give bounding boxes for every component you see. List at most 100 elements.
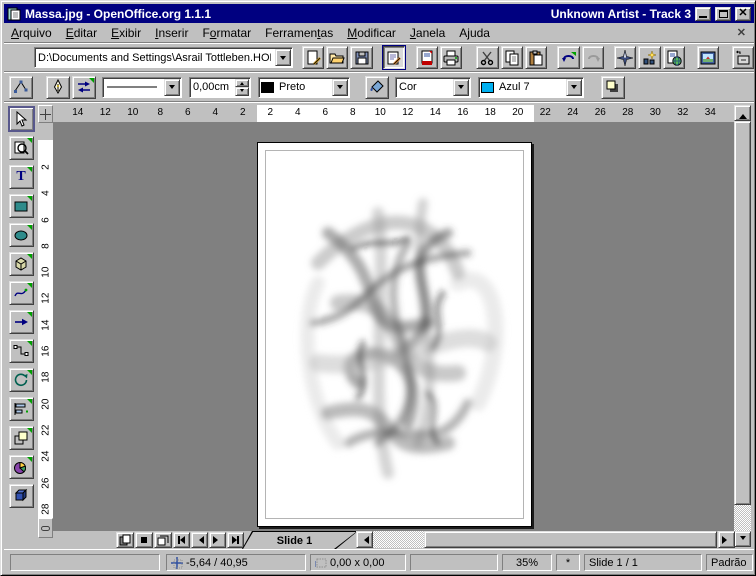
drawing-canvas[interactable] — [53, 123, 734, 531]
line-button[interactable] — [46, 76, 70, 99]
menu-ferramentas[interactable]: Ferramentas — [258, 24, 340, 42]
width-up-button[interactable] — [235, 79, 249, 88]
status-slide-panel[interactable]: Slide 1 / 1 — [584, 554, 702, 571]
presentation-wizard-button[interactable] — [638, 46, 660, 69]
slide-page[interactable] — [257, 142, 532, 527]
undo-button[interactable] — [557, 46, 579, 69]
horizontal-scrollbar-thumb[interactable] — [424, 531, 717, 548]
menu-ajuda[interactable]: Ajuda — [452, 24, 497, 42]
first-slide-button[interactable] — [173, 532, 190, 548]
fill-style-dropdown[interactable] — [453, 79, 469, 96]
connector-tool-button[interactable] — [9, 339, 34, 363]
scroll-down-button[interactable] — [734, 531, 751, 547]
effects-tool-button[interactable] — [9, 484, 34, 508]
paste-button[interactable] — [525, 46, 547, 69]
menu-janela[interactable]: Janela — [403, 24, 452, 42]
arrow-right-icon — [213, 536, 222, 544]
gallery-button[interactable] — [697, 46, 719, 69]
save-button[interactable] — [350, 46, 372, 69]
submenu-triangle-icon — [27, 225, 32, 230]
arrow-style-button[interactable] — [72, 76, 96, 99]
edit-points-button[interactable] — [9, 76, 33, 99]
vertical-ruler-numbers: 24681012141618202224262830 — [38, 154, 53, 518]
status-zoom-panel[interactable]: 35% — [502, 554, 552, 571]
vertical-ruler[interactable]: 24681012141618202224262830 — [38, 123, 53, 518]
url-dropdown-button[interactable] — [275, 49, 291, 66]
ellipse-tool-button[interactable] — [9, 223, 34, 247]
lines-arrows-tool-button[interactable] — [9, 310, 34, 334]
close-document-icon[interactable]: ✕ — [737, 26, 746, 39]
insert-tool-button[interactable] — [9, 455, 34, 479]
menu-editar[interactable]: Editar — [59, 24, 104, 42]
title-bar: Massa.jpg - OpenOffice.org 1.1.1 Unknown… — [4, 4, 754, 23]
fill-color-dropdown[interactable] — [566, 79, 582, 96]
open-button[interactable] — [326, 46, 348, 69]
menu-exibir[interactable]: Exibir — [104, 24, 148, 42]
line-width-input[interactable] — [193, 81, 231, 93]
navigator-compass-icon — [617, 50, 633, 66]
menu-inserir[interactable]: Inserir — [148, 24, 195, 42]
chevron-down-icon — [280, 56, 286, 63]
curve-tool-button[interactable] — [9, 281, 34, 305]
new-document-button[interactable] — [302, 46, 324, 69]
layer-mode-icon — [157, 534, 169, 546]
position-crosshair-icon — [171, 557, 183, 569]
open-folder-icon — [329, 50, 345, 66]
3d-objects-tool-button[interactable] — [9, 252, 34, 276]
main-toolbar: T — [4, 102, 38, 531]
arrow-down-icon — [740, 536, 746, 543]
copy-button[interactable] — [501, 46, 523, 69]
select-tool-button[interactable] — [9, 107, 34, 131]
line-style-dropdown[interactable] — [164, 79, 180, 96]
rectangle-tool-button[interactable] — [9, 194, 34, 218]
app-icon[interactable] — [7, 7, 21, 21]
web-document-button[interactable] — [663, 46, 685, 69]
shadow-button[interactable] — [601, 76, 625, 99]
text-tool-button[interactable]: T — [9, 165, 34, 189]
scroll-up-button[interactable] — [734, 105, 751, 121]
rotate-tool-button[interactable] — [9, 368, 34, 392]
close-button[interactable]: ✕ — [735, 7, 751, 21]
zoom-tool-button[interactable] — [9, 136, 34, 160]
maximize-icon — [719, 10, 728, 18]
ruler-origin-box[interactable] — [38, 105, 53, 123]
vertical-scrollbar-thumb[interactable] — [734, 121, 751, 505]
scroll-left-button[interactable] — [356, 531, 373, 548]
menu-arquivo[interactable]: Arquivo — [4, 24, 59, 42]
redo-button[interactable] — [582, 46, 604, 69]
master-mode-button[interactable] — [135, 532, 153, 548]
page-mode-button[interactable] — [116, 532, 134, 548]
alignment-tool-button[interactable] — [9, 397, 34, 421]
maximize-button[interactable] — [715, 7, 731, 21]
width-down-button[interactable] — [235, 87, 249, 96]
fill-button[interactable] — [365, 76, 389, 99]
line-color-dropdown[interactable] — [332, 79, 348, 96]
edit-file-button[interactable] — [383, 46, 405, 69]
layer-mode-button[interactable] — [154, 532, 172, 548]
horizontal-ruler[interactable]: 1412108642246810121416182022242628303234 — [53, 105, 734, 123]
next-slide-button[interactable] — [209, 532, 226, 548]
navigator-button[interactable] — [614, 46, 636, 69]
data-sources-button[interactable] — [732, 46, 754, 69]
horizontal-scrollbar-track[interactable] — [373, 531, 424, 548]
menu-formatar[interactable]: Formatar — [195, 24, 258, 42]
export-pdf-button[interactable] — [416, 46, 438, 69]
origin-cross-icon — [40, 109, 51, 120]
cut-button[interactable] — [476, 46, 498, 69]
slide-tab-label: Slide 1 — [277, 535, 312, 547]
3d-cube-icon — [13, 488, 29, 504]
url-input[interactable] — [38, 52, 271, 64]
menu-modificar[interactable]: Modificar — [340, 24, 403, 42]
submenu-triangle-icon — [89, 78, 94, 83]
slide-tab[interactable]: Slide 1 — [242, 531, 358, 549]
document-globe-icon — [666, 50, 682, 66]
arrange-tool-button[interactable] — [9, 426, 34, 450]
previous-slide-button[interactable] — [191, 532, 208, 548]
submenu-triangle-icon — [27, 196, 32, 201]
object-toolbar: Preto Cor Azul 7 — [4, 73, 754, 102]
print-button[interactable] — [440, 46, 462, 69]
horizontal-ruler-numbers: 1412108642246810121416182022242628303234 — [64, 107, 724, 118]
minimize-button[interactable] — [695, 7, 711, 21]
vertical-scrollbar-track[interactable] — [734, 505, 751, 531]
scroll-right-button[interactable] — [718, 531, 735, 548]
